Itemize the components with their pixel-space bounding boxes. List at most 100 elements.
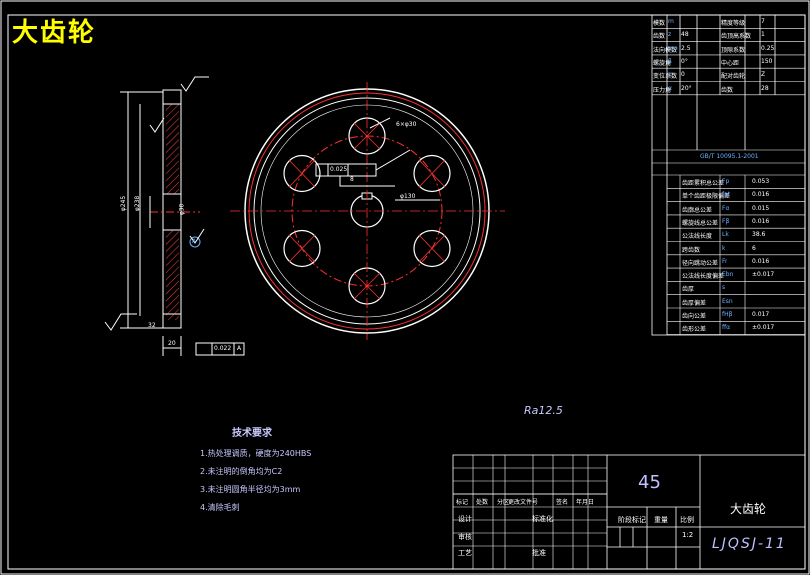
param-check-cell: 6	[752, 244, 756, 252]
param-cell: 20°	[681, 84, 692, 92]
dim-phi-outer: φ245	[120, 195, 128, 212]
param-check-cell: 0.016	[752, 257, 770, 265]
tb-stage-label: 阶段标记	[618, 516, 646, 524]
tb-part-name: 大齿轮	[730, 502, 767, 516]
param-cell: 齿顶高系数	[721, 33, 752, 41]
dim-phi-bore: φ30	[178, 203, 186, 216]
tech-req-item-3: 3.未注明圆角半径均为3mm	[200, 485, 301, 494]
param-check-cell: 0.017	[752, 311, 770, 318]
param-check-cell: 螺旋线总公差	[682, 219, 719, 227]
tb-scale-label: 比例	[680, 516, 694, 524]
param-cell: 1	[761, 31, 765, 39]
param-check-cell: 齿厚偏差	[682, 299, 707, 307]
param-check-cell: ±0.017	[752, 271, 775, 279]
param-cell: 精度等级	[721, 20, 746, 27]
tb-review: 审核	[458, 533, 472, 541]
tb-material: 45	[638, 472, 661, 493]
front-view	[230, 82, 505, 340]
tb-drawing-no: LJQSJ-11	[712, 536, 787, 552]
title-block-grid	[453, 455, 607, 569]
dim-phi-root: φ238	[134, 195, 142, 212]
param-check-cell: 公法线长度	[682, 233, 713, 241]
param-check-cell: fHβ	[722, 311, 733, 318]
param-cell: 2.5	[681, 44, 691, 52]
tb-header-cell: 标记	[456, 499, 469, 506]
dim-keyway: 8	[350, 176, 354, 183]
param-check-cell: ffα	[722, 324, 731, 332]
param-check-cell: 齿厚	[682, 286, 695, 294]
dim-pcd: φ130	[400, 193, 416, 200]
param-cell: 48	[681, 31, 689, 39]
param-cell: 齿数	[721, 86, 734, 94]
tb-header-cell: 处数	[476, 499, 489, 506]
param-cell: 顶隙系数	[721, 46, 746, 54]
tb-approve: 批准	[532, 549, 546, 557]
param-check-cell: 0.053	[752, 178, 770, 185]
dim-hole-count: 6×φ30	[396, 121, 417, 128]
roughness-general: Ra12.5	[524, 404, 563, 417]
tb-std: 标准化	[532, 515, 553, 523]
param-check-cell: s	[722, 284, 726, 292]
param-check-cell: Fβ	[722, 217, 730, 225]
param-cell: 0.25	[761, 44, 775, 52]
dim-tol: 0.025	[330, 166, 348, 173]
tb-weight-label: 重量	[654, 516, 668, 524]
param-check-cell: k	[722, 244, 726, 252]
param-cell: mn	[668, 44, 678, 52]
param-cell: 模数	[653, 20, 666, 27]
param-cell: 0°	[681, 57, 688, 65]
param-check-cell: ±0.017	[752, 324, 775, 332]
param-cell: x	[668, 71, 672, 79]
param-cell: Z	[761, 71, 766, 79]
param-check-cell: 齿形公差	[682, 326, 707, 334]
tb-header-cell: 签名	[556, 499, 569, 506]
side-section-view	[104, 76, 245, 356]
param-cell: 中心距	[721, 59, 740, 67]
tech-req-item-1: 1.热处理调质，硬度为240HBS	[200, 449, 312, 458]
param-check-cell: 径向跳动公差	[682, 259, 719, 267]
dim-runout: 0.022	[214, 345, 232, 352]
param-check-cell: fpt	[722, 191, 731, 199]
dim-datum: A	[237, 345, 242, 352]
param-check-cell: 0.015	[752, 204, 770, 212]
param-check-cell: Lk	[722, 231, 729, 239]
param-cell: β	[668, 57, 672, 65]
param-check-cell: Fr	[722, 257, 728, 265]
param-cell: 0	[681, 71, 685, 79]
hatch-lower	[166, 230, 179, 320]
param-cell: m	[668, 18, 674, 25]
param-check-cell: 0.016	[752, 191, 770, 199]
param-check-cell: 0.016	[752, 217, 770, 225]
dim-width: 20	[168, 340, 176, 347]
param-check-cell: 齿距累积总公差	[682, 180, 725, 187]
param-check-cell: Fp	[722, 178, 730, 185]
drawing-title: 大齿轮	[12, 18, 97, 48]
param-cell: α	[668, 84, 672, 92]
param-cell: 28	[761, 84, 769, 92]
tb-scale: 1:2	[682, 531, 694, 539]
dim-hub: 32	[148, 322, 156, 329]
tech-req-item-2: 2.未注明的倒角均为C2	[200, 467, 283, 476]
param-cell: z	[668, 31, 672, 39]
dim-datum-circle: A	[192, 238, 197, 245]
param-check-cell: Fα	[722, 204, 730, 212]
param-check-cell: 齿向公差	[682, 313, 707, 320]
param-cell: 150	[761, 57, 773, 65]
param-cell: 7	[761, 18, 765, 25]
tb-header-cell: 更改文件号	[508, 499, 539, 506]
tb-header-cell: 年月日	[576, 499, 595, 506]
param-check-cell: Ebn	[722, 271, 734, 279]
param-check-cell: 齿廓总公差	[682, 206, 713, 214]
param-cell: 齿数	[653, 33, 666, 41]
param-check-cell: 跨齿数	[682, 246, 701, 254]
param-standard: GB/T 10095.1-2001	[700, 153, 759, 160]
param-check-cell: Esn	[722, 297, 733, 305]
tb-process: 工艺	[458, 549, 472, 557]
param-check-cell: 公法线长度偏差	[682, 273, 725, 281]
param-check-cell: 38.6	[752, 231, 766, 239]
param-cell: 配对齿轮	[721, 73, 746, 81]
tech-req-item-4: 4.清除毛刺	[200, 503, 240, 512]
tb-design: 设计	[458, 515, 472, 523]
param-cell: 变位系数	[653, 73, 678, 81]
hatch-upper	[166, 104, 179, 194]
